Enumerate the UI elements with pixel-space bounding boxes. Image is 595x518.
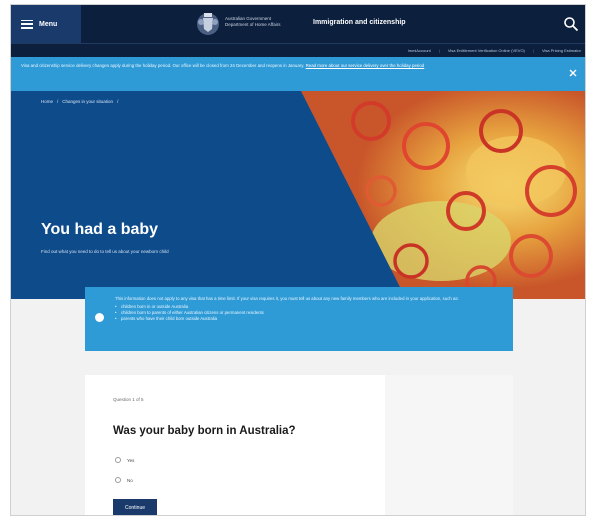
question-title: Was your baby born in Australia? (113, 425, 296, 437)
hamburger-icon (21, 19, 33, 29)
card-side-panel (385, 375, 513, 515)
breadcrumb-separator: / (57, 99, 59, 104)
link-vevo[interactable]: Visa Entitlement Verification Online (VE… (448, 48, 525, 53)
breadcrumb-changes[interactable]: Changes in your situation (62, 99, 113, 104)
menu-label: Menu (39, 20, 58, 28)
link-separator: | (532, 48, 534, 53)
search-icon[interactable] (563, 16, 579, 32)
government-name: Australian Government Department of Home… (225, 16, 305, 28)
page-title: You had a baby (41, 221, 159, 238)
close-icon[interactable] (569, 69, 577, 77)
alert-text: Visa and citizenship service delivery ch… (21, 63, 305, 68)
question-count: Question 1 of 5 (113, 397, 144, 402)
portal-title[interactable]: Immigration and citizenship (313, 19, 406, 26)
info-bullet-icon (95, 313, 104, 322)
page-subtitle: Find out what you need to do to tell us … (41, 249, 169, 254)
breadcrumb-separator: / (117, 99, 119, 104)
breadcrumb-home[interactable]: Home (41, 99, 53, 104)
notice-intro: This information does not apply to any v… (115, 296, 459, 301)
link-separator: | (438, 48, 440, 53)
site-header: Menu Australian Government Department of… (11, 5, 585, 43)
breadcrumb: Home / Changes in your situation / (41, 99, 118, 104)
option-label: No (127, 477, 133, 483)
utility-links: ImmiAccount | Visa Entitlement Verificat… (11, 43, 585, 57)
option-yes[interactable]: Yes (115, 457, 134, 463)
notice-list: children born in or outside Australia ch… (115, 304, 501, 322)
radio-button[interactable] (115, 477, 121, 483)
option-label: Yes (127, 457, 135, 463)
radio-button[interactable] (115, 457, 121, 463)
gov-line-2: Department of Home Affairs (225, 22, 281, 27)
flower-photo (301, 91, 585, 299)
menu-button[interactable]: Menu (11, 5, 81, 43)
alert-link[interactable]: Read more about our service delivery ove… (306, 63, 425, 68)
service-alert: Visa and citizenship service delivery ch… (11, 57, 585, 91)
continue-button[interactable]: Continue (113, 499, 157, 515)
list-item: parents who have their child born outsid… (115, 316, 501, 322)
browser-page: Menu Australian Government Department of… (10, 4, 586, 516)
coat-of-arms-icon (197, 13, 219, 35)
link-immiaccount[interactable]: ImmiAccount (408, 48, 431, 53)
hero-banner: Home / Changes in your situation / You h… (11, 91, 585, 299)
option-no[interactable]: No (115, 477, 133, 483)
question-card: Question 1 of 5 Was your baby born in Au… (85, 375, 513, 515)
link-pricing-estimator[interactable]: Visa Pricing Estimator (542, 48, 581, 53)
info-notice: This information does not apply to any v… (85, 287, 513, 351)
